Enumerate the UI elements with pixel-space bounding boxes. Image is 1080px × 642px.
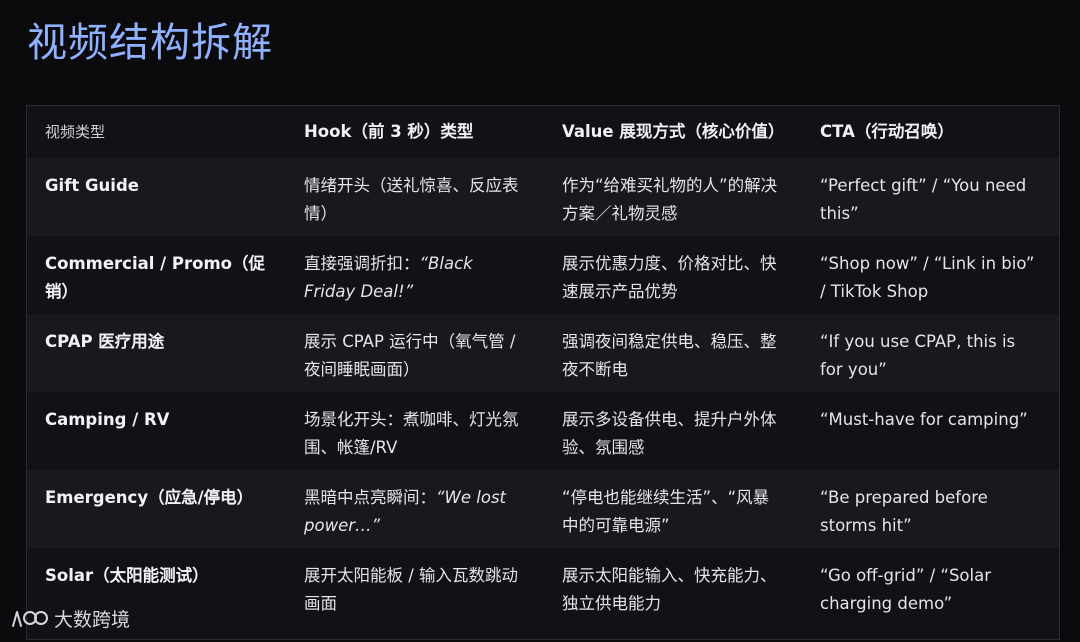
header-row: 视频类型 Hook（前 3 秒）类型 Value 展现方式（核心价值） CTA（…	[27, 106, 1059, 158]
hook-text: 展开太阳能板 / 输入瓦数跳动画面	[304, 566, 519, 613]
header-cta: CTA（行动召唤）	[820, 122, 954, 141]
table-row: CPAP 医疗用途 展示 CPAP 运行中（氧气管 / 夜间睡眠画面） 强调夜间稳定…	[27, 314, 1059, 392]
cell-video-type: Camping / RV	[45, 410, 170, 429]
hook-text: 情绪开头（送礼惊喜、反应表情）	[304, 176, 519, 223]
table-body: Gift Guide 情绪开头（送礼惊喜、反应表情） 作为“给难买礼物的人”的解决方…	[27, 158, 1059, 639]
cell-cta: “Shop now” / “Link in bio” / TikTok Shop	[820, 254, 1035, 301]
cell-cta: “If you use CPAP, this is for you”	[820, 332, 1016, 379]
hook-text: 直接强调折扣：	[304, 254, 420, 273]
header-hook: Hook（前 3 秒）类型	[304, 122, 474, 141]
cell-value: 展示太阳能输入、快充能力、独立供电能力	[562, 566, 777, 613]
header-video-type: 视频类型	[45, 123, 106, 141]
cell-cta: “Perfect gift” / “You need this”	[820, 176, 1027, 223]
cell-value: 强调夜间稳定供电、稳压、整夜不断电	[562, 332, 777, 379]
cell-value: 作为“给难买礼物的人”的解决方案／礼物灵感	[562, 176, 778, 223]
cell-video-type: Emergency（应急/停电）	[45, 488, 254, 507]
cell-value: “停电也能继续生活”、“风暴中的可靠电源”	[562, 488, 770, 535]
cell-video-type: Gift Guide	[45, 176, 139, 195]
table: 视频类型 Hook（前 3 秒）类型 Value 展现方式（核心价值） CTA（…	[27, 106, 1059, 639]
hook-text: 黑暗中点亮瞬间：	[304, 488, 436, 507]
cell-hook: 情绪开头（送礼惊喜、反应表情）	[286, 158, 544, 236]
cell-hook: 黑暗中点亮瞬间：“We lost power…”	[286, 470, 544, 548]
watermark: 大数跨境	[10, 605, 130, 632]
hook-text: 展示 CPAP 运行中（氧气管 / 夜间睡眠画面）	[304, 332, 516, 379]
cell-hook: 直接强调折扣：“Black Friday Deal!”	[286, 236, 544, 314]
watermark-text: 大数跨境	[54, 609, 131, 631]
cell-cta: “Go off-grid” / “Solar charging demo”	[820, 566, 992, 613]
table-header: 视频类型 Hook（前 3 秒）类型 Value 展现方式（核心价值） CTA（…	[27, 106, 1059, 158]
cell-hook: 展示 CPAP 运行中（氧气管 / 夜间睡眠画面）	[286, 314, 544, 392]
table-row: Camping / RV 场景化开头：煮咖啡、灯光氛围、帐篷/RV 展示多设备供电、…	[27, 392, 1059, 470]
cell-value: 展示优惠力度、价格对比、快速展示产品优势	[562, 254, 777, 301]
page-title: 视频结构拆解	[27, 20, 273, 66]
cell-video-type: Commercial / Promo（促销）	[45, 254, 265, 301]
cell-cta: “Must-have for camping”	[820, 410, 1028, 429]
cell-cta: “Be prepared before storms hit”	[820, 488, 988, 535]
table-row: Solar（太阳能测试） 展开太阳能板 / 输入瓦数跳动画面 展示太阳能输入、快充能…	[27, 548, 1059, 639]
brand-logo-icon	[12, 610, 48, 627]
hook-text: 场景化开头：煮咖啡、灯光氛围、帐篷/RV	[304, 410, 519, 457]
cell-video-type: CPAP 医疗用途	[45, 332, 165, 351]
video-structure-table: 视频类型 Hook（前 3 秒）类型 Value 展现方式（核心价值） CTA（…	[26, 105, 1060, 640]
cell-hook: 展开太阳能板 / 输入瓦数跳动画面	[286, 548, 544, 639]
table-row: Gift Guide 情绪开头（送礼惊喜、反应表情） 作为“给难买礼物的人”的解决方…	[27, 158, 1059, 236]
header-value: Value 展现方式（核心价值）	[562, 122, 785, 141]
cell-hook: 场景化开头：煮咖啡、灯光氛围、帐篷/RV	[286, 392, 544, 470]
cell-value: 展示多设备供电、提升户外体验、氛围感	[562, 410, 777, 457]
table-row: Commercial / Promo（促销） 直接强调折扣：“Black Frid…	[27, 236, 1059, 314]
table-row: Emergency（应急/停电） 黑暗中点亮瞬间：“We lost power…”…	[27, 470, 1059, 548]
